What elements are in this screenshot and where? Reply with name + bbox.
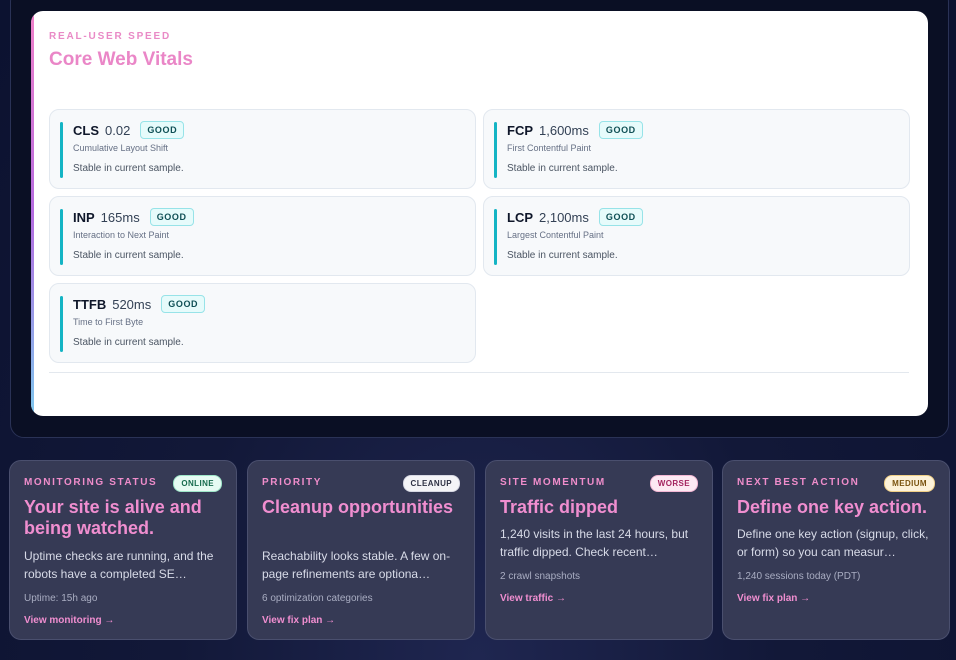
- status-bar: [60, 122, 63, 178]
- metric-value: 2,100ms: [539, 209, 589, 225]
- metric-note: Stable in current sample.: [73, 163, 184, 174]
- metric-full-name: Cumulative Layout Shift: [73, 143, 169, 153]
- card-meta: 2 crawl snapshots: [500, 571, 581, 582]
- status-badge: GOOD: [140, 121, 185, 139]
- metric-full-name: Time to First Byte: [73, 317, 144, 327]
- view-traffic-link[interactable]: View traffic →: [500, 593, 566, 604]
- metric-abbr: TTFB: [73, 296, 107, 312]
- view-fix-plan-link[interactable]: View fix plan →: [737, 593, 810, 604]
- metric-note: Stable in current sample.: [507, 250, 618, 261]
- view-monitoring-link[interactable]: View monitoring →: [24, 615, 114, 626]
- status-bar: [494, 209, 497, 265]
- metric-full-name: First Contentful Paint: [507, 143, 592, 153]
- view-fix-plan-link[interactable]: View fix plan →: [262, 615, 335, 626]
- metric-value: 1,600ms: [539, 122, 589, 138]
- card-site-momentum: SITE MOMENTUM WORSE Traffic dipped 1,240…: [485, 460, 713, 640]
- card-heading: Traffic dipped: [500, 497, 619, 517]
- metric-abbr: FCP: [507, 122, 533, 138]
- status-bar: [60, 296, 63, 352]
- card-heading: Your site is alive and being watched.: [24, 497, 202, 538]
- cwv-title: Core Web Vitals: [49, 49, 193, 70]
- metric-abbr: CLS: [73, 122, 99, 138]
- metric-note: Stable in current sample.: [507, 163, 618, 174]
- status-badge: GOOD: [161, 295, 206, 313]
- status-badge: GOOD: [149, 208, 194, 226]
- status-badge: GOOD: [598, 121, 643, 139]
- metric-full-name: Largest Contentful Paint: [507, 230, 604, 240]
- status-badge: GOOD: [598, 208, 643, 226]
- card-eyebrow: NEXT BEST ACTION: [737, 477, 860, 488]
- card-meta: 6 optimization categories: [262, 593, 373, 604]
- card-monitoring-status: MONITORING STATUS ONLINE Your site is al…: [9, 460, 237, 640]
- metric-note: Stable in current sample.: [73, 337, 184, 348]
- card-heading: Define one key action.: [737, 497, 928, 517]
- card-priority: PRIORITY CLEANUP Cleanup opportunities R…: [247, 460, 475, 640]
- metric-value: 165ms: [100, 209, 140, 225]
- card-eyebrow: SITE MOMENTUM: [500, 477, 606, 488]
- card-eyebrow: PRIORITY: [262, 477, 323, 488]
- metric-inp: INP 165ms GOOD Interaction to Next Paint…: [49, 196, 476, 276]
- card-body: Reachability looks stable. A few on-page…: [262, 549, 451, 581]
- metric-abbr: LCP: [507, 209, 533, 225]
- card-eyebrow: MONITORING STATUS: [24, 477, 158, 488]
- metric-abbr: INP: [73, 209, 95, 225]
- metric-value: 0.02: [105, 122, 131, 138]
- metric-ttfb: TTFB 520ms GOOD Time to First Byte Stabl…: [49, 283, 476, 363]
- metric-note: Stable in current sample.: [73, 250, 184, 261]
- status-badge: MEDIUM: [884, 475, 935, 492]
- status-bar: [494, 122, 497, 178]
- status-badge: CLEANUP: [402, 475, 460, 492]
- card-body: Uptime checks are running, and the robot…: [24, 549, 214, 581]
- divider: [49, 372, 909, 373]
- card-meta: Uptime: 15h ago: [24, 593, 98, 604]
- status-bar: [60, 209, 63, 265]
- metric-value: 520ms: [112, 296, 152, 312]
- metric-fcp: FCP 1,600ms GOOD First Contentful Paint …: [483, 109, 910, 189]
- card-meta: 1,240 sessions today (PDT): [737, 571, 861, 582]
- dashboard-stage: REAL-USER SPEED Core Web Vitals CLS 0.02…: [0, 0, 956, 660]
- status-badge: WORSE: [649, 475, 698, 492]
- card-body: 1,240 visits in the last 24 hours, but t…: [500, 527, 689, 559]
- card-accent-bar: [31, 11, 34, 416]
- card-next-best-action: NEXT BEST ACTION MEDIUM Define one key a…: [722, 460, 950, 640]
- metric-cls: CLS 0.02 GOOD Cumulative Layout Shift St…: [49, 109, 476, 189]
- card-body: Define one key action (signup, click, or…: [737, 527, 929, 559]
- metric-lcp: LCP 2,100ms GOOD Largest Contentful Pain…: [483, 196, 910, 276]
- metric-full-name: Interaction to Next Paint: [73, 230, 170, 240]
- cwv-eyebrow: REAL-USER SPEED: [49, 31, 172, 42]
- core-web-vitals-card: REAL-USER SPEED Core Web Vitals CLS 0.02…: [31, 11, 928, 416]
- status-badge: ONLINE: [173, 475, 222, 492]
- card-heading: Cleanup opportunities: [262, 497, 453, 517]
